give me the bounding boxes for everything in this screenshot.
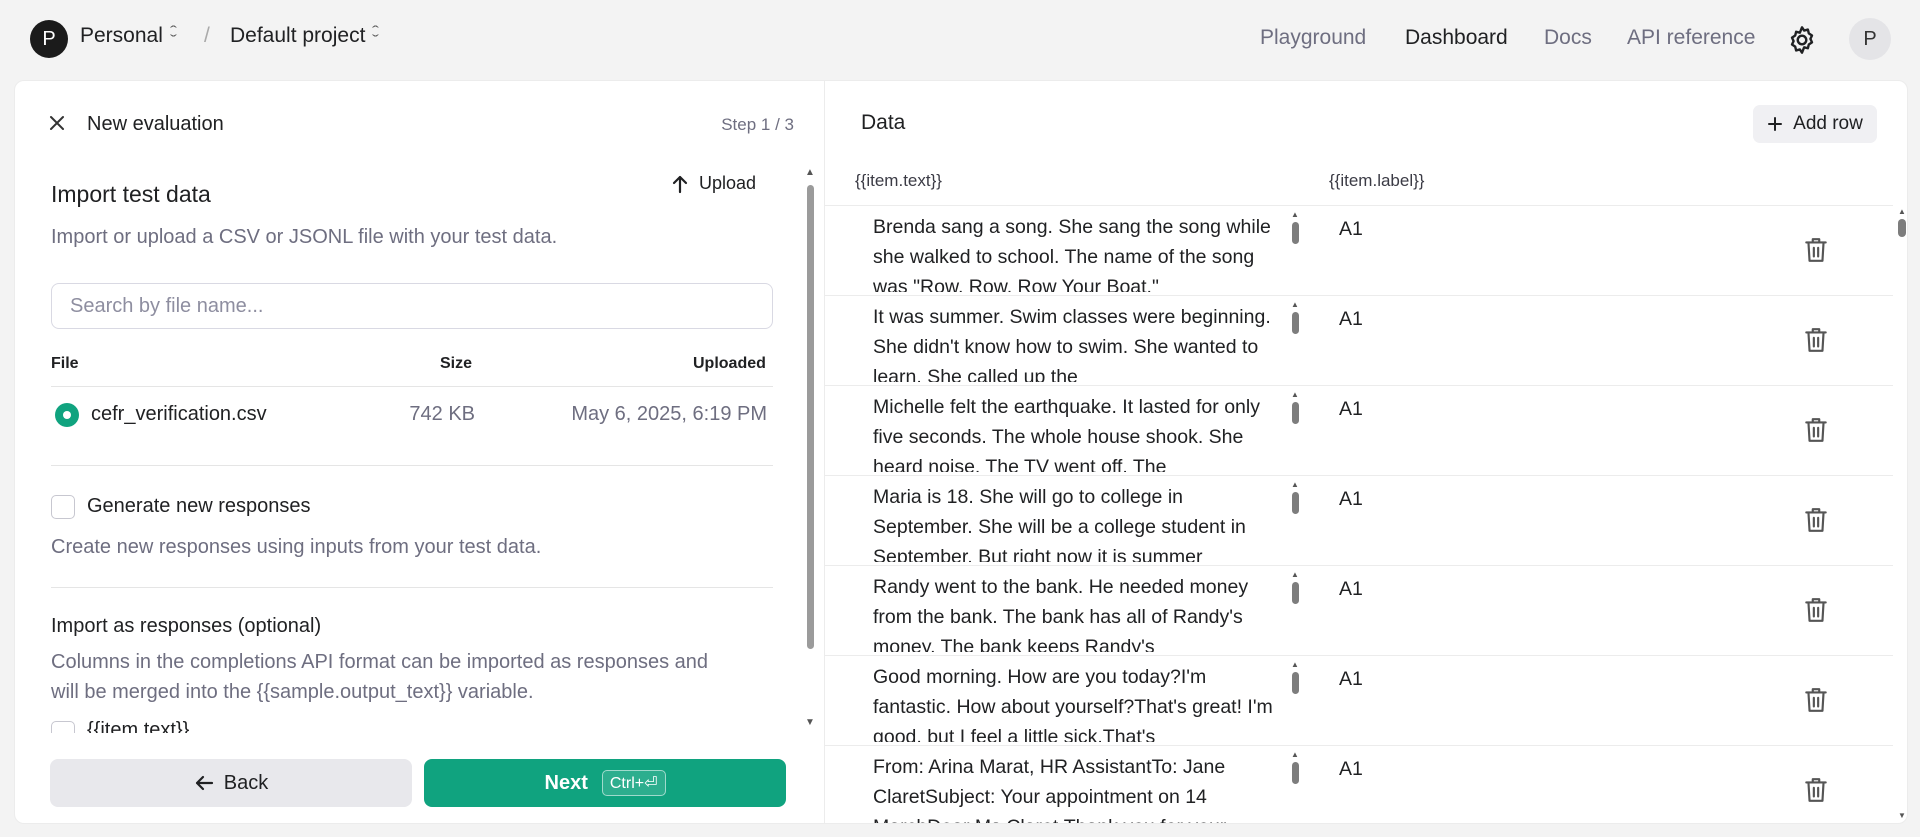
plus-icon <box>1768 117 1783 131</box>
trash-icon[interactable] <box>1803 326 1829 354</box>
item-text-cell[interactable]: It was summer. Swim classes were beginni… <box>873 302 1273 382</box>
new-evaluation-panel: New evaluation Step 1 / 3 Import test da… <box>14 80 824 824</box>
cell-scrollbar[interactable]: ▲ <box>1289 300 1301 380</box>
trash-icon[interactable] <box>1803 236 1829 264</box>
divider <box>51 465 773 466</box>
column-size: Size <box>440 355 473 372</box>
scroll-up-arrow[interactable]: ▲ <box>805 167 815 178</box>
item-text-cell[interactable]: Randy went to the bank. He needed money … <box>873 572 1273 652</box>
cell-scrollbar[interactable]: ▲ <box>1289 390 1301 470</box>
item-label-cell[interactable]: A1 <box>1339 758 1363 781</box>
file-search-input[interactable] <box>51 283 773 329</box>
next-shortcut: Ctrl+⏎ <box>601 770 666 796</box>
org-name: Personal <box>80 24 163 47</box>
table-row: Good morning. How are you today?I'm fant… <box>825 656 1893 746</box>
cell-scrollbar[interactable]: ▲ <box>1289 660 1301 740</box>
project-name: Default project <box>230 24 366 47</box>
item-text-cell[interactable]: Michelle felt the earthquake. It lasted … <box>873 392 1273 472</box>
file-row[interactable]: cefr_verification.csv 742 KB May 6, 2025… <box>51 387 773 443</box>
data-title: Data <box>861 111 906 134</box>
scrollbar-thumb[interactable] <box>1898 219 1906 237</box>
add-row-button[interactable]: Add row <box>1753 105 1877 143</box>
item-label-cell[interactable]: A1 <box>1339 398 1363 421</box>
generate-responses-checkbox[interactable] <box>51 495 75 519</box>
column-header-item-text: {{item.text}} <box>855 171 942 190</box>
next-button[interactable]: Next Ctrl+⏎ <box>424 759 786 807</box>
table-row: Maria is 18. She will go to college in S… <box>825 476 1893 566</box>
data-scrollbar[interactable]: ▲ ▼ <box>1895 205 1907 823</box>
org-switcher[interactable]: Personal ˆˇ <box>80 23 177 49</box>
import-description: Import or upload a CSV or JSONL file wit… <box>51 226 558 248</box>
column-header-item-label: {{item.label}} <box>1329 171 1425 190</box>
panel-scroll-area: Import test data Upload Import or upload… <box>15 81 825 733</box>
file-radio-selected[interactable] <box>55 403 79 427</box>
panel-scrollbar[interactable]: ▲ ▼ <box>803 167 817 731</box>
item-label-cell[interactable]: A1 <box>1339 668 1363 691</box>
project-switcher[interactable]: Default project ˆˇ <box>230 23 380 49</box>
org-avatar[interactable]: P <box>30 20 68 58</box>
scroll-up-arrow[interactable]: ▲ <box>1898 207 1906 216</box>
table-row: From: Arina Marat, HR AssistantTo: Jane … <box>825 746 1893 823</box>
generate-responses-label[interactable]: Generate new responses <box>87 495 310 518</box>
trash-icon[interactable] <box>1803 596 1829 624</box>
item-text-option-label[interactable]: {{item.text}} <box>87 719 189 733</box>
divider <box>51 587 773 588</box>
item-label-cell[interactable]: A1 <box>1339 218 1363 241</box>
cell-scrollbar[interactable]: ▲ <box>1289 570 1301 650</box>
trash-icon[interactable] <box>1803 506 1829 534</box>
item-label-cell[interactable]: A1 <box>1339 578 1363 601</box>
table-row: It was summer. Swim classes were beginni… <box>825 296 1893 386</box>
nav-playground[interactable]: Playground <box>1260 26 1366 50</box>
generate-description: Create new responses using inputs from y… <box>51 536 542 558</box>
trash-icon[interactable] <box>1803 686 1829 714</box>
next-label: Next <box>544 771 588 794</box>
back-label: Back <box>223 771 269 794</box>
column-file: File <box>51 355 79 372</box>
scrollbar-thumb[interactable] <box>807 185 814 649</box>
item-text-cell[interactable]: Brenda sang a song. She sang the song wh… <box>873 212 1273 292</box>
import-section-title: Import test data <box>51 181 211 207</box>
cell-scrollbar[interactable]: ▲ <box>1289 480 1301 560</box>
nav-dashboard[interactable]: Dashboard <box>1405 26 1508 50</box>
arrow-left-icon <box>195 775 213 791</box>
nav-api-reference[interactable]: API reference <box>1627 26 1755 50</box>
breadcrumb-separator: / <box>204 24 210 47</box>
file-uploaded-date: May 6, 2025, 6:19 PM <box>571 403 767 425</box>
table-row: Michelle felt the earthquake. It lasted … <box>825 386 1893 476</box>
table-row: Brenda sang a song. She sang the song wh… <box>825 206 1893 296</box>
item-text-cell[interactable]: Good morning. How are you today?I'm fant… <box>873 662 1273 742</box>
user-avatar[interactable]: P <box>1849 18 1891 60</box>
column-uploaded: Uploaded <box>693 355 766 372</box>
item-text-checkbox[interactable] <box>51 721 75 733</box>
chevron-updown-icon: ˆˇ <box>169 23 177 49</box>
file-name: cefr_verification.csv <box>91 403 267 425</box>
trash-icon[interactable] <box>1803 776 1829 804</box>
item-text-cell[interactable]: Maria is 18. She will go to college in S… <box>873 482 1273 562</box>
upload-label: Upload <box>699 173 757 193</box>
data-table: Brenda sang a song. She sang the song wh… <box>825 205 1893 823</box>
item-label-cell[interactable]: A1 <box>1339 308 1363 331</box>
chevron-updown-icon: ˆˇ <box>372 23 380 49</box>
item-text-cell[interactable]: From: Arina Marat, HR AssistantTo: Jane … <box>873 752 1273 823</box>
add-row-label: Add row <box>1793 113 1863 134</box>
arrow-up-icon <box>672 175 688 193</box>
scroll-down-arrow[interactable]: ▼ <box>1898 811 1906 820</box>
import-responses-description-1: Columns in the completions API format ca… <box>51 651 709 673</box>
nav-docs[interactable]: Docs <box>1544 26 1592 50</box>
top-bar: P Personal ˆˇ / Default project ˆˇ Playg… <box>0 0 1920 78</box>
file-size: 742 KB <box>409 403 475 425</box>
trash-icon[interactable] <box>1803 416 1829 444</box>
import-responses-description-2: will be merged into the {{sample.output_… <box>51 681 534 703</box>
table-row: Randy went to the bank. He needed money … <box>825 566 1893 656</box>
cell-scrollbar[interactable]: ▲ <box>1289 750 1301 823</box>
gear-icon[interactable] <box>1786 24 1818 56</box>
back-button[interactable]: Back <box>50 759 412 807</box>
cell-scrollbar[interactable]: ▲ <box>1289 210 1301 290</box>
scroll-down-arrow[interactable]: ▼ <box>805 717 815 728</box>
import-responses-title: Import as responses (optional) <box>51 615 322 637</box>
upload-button[interactable]: Upload <box>671 173 756 194</box>
item-label-cell[interactable]: A1 <box>1339 488 1363 511</box>
data-panel: Data Add row {{item.text}} {{item.label}… <box>824 80 1908 824</box>
